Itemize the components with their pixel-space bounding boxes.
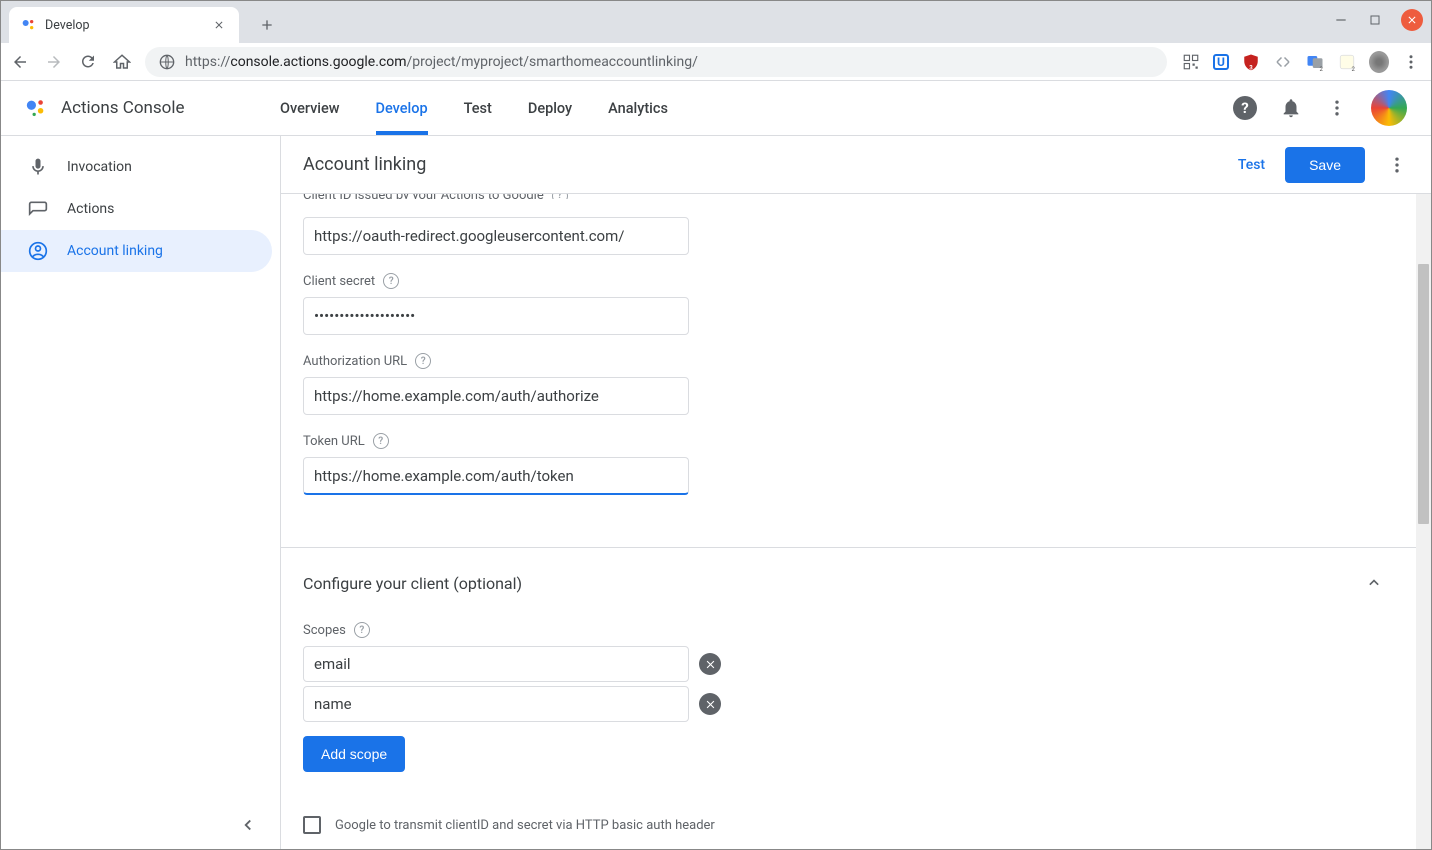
sidebar-item-account-linking[interactable]: Account linking [1,230,272,272]
scopes-label: Scopes ? [303,622,1409,638]
app-header: Actions Console Overview Develop Test De… [1,81,1431,136]
help-icon[interactable]: ? [383,273,399,289]
window-controls [1333,9,1423,31]
scope-row [303,686,1409,722]
sidebar-item-label: Invocation [67,159,132,175]
sidebar-item-invocation[interactable]: Invocation [1,146,272,188]
qr-extension-icon[interactable] [1181,52,1201,72]
extension-icon[interactable] [1273,52,1293,72]
translate-extension-icon[interactable]: 2 [1305,52,1325,72]
save-button[interactable]: Save [1285,147,1365,183]
sidebar-item-label: Account linking [67,243,163,259]
browser-profile-avatar[interactable] [1369,52,1389,72]
extension-icon[interactable]: U [1213,54,1229,70]
client-id-label-cutoff: Client ID issued by your Actions to Goog… [303,194,1409,199]
sidebar-item-label: Actions [67,201,114,217]
content-header: Account linking Test Save [281,136,1431,194]
nav-deploy[interactable]: Deploy [528,81,572,135]
nav-test[interactable]: Test [464,81,492,135]
omnibox[interactable]: https://console.actions.google.com/proje… [145,47,1167,77]
scope-input[interactable] [303,646,689,682]
page-title: Account linking [303,154,426,175]
scope-row [303,646,1409,682]
user-avatar[interactable] [1371,90,1407,126]
extension-icons: U 3 2 2 [1181,52,1421,72]
mic-icon [27,156,49,178]
nav-analytics[interactable]: Analytics [608,81,668,135]
checkbox-label: Google to transmit clientID and secret v… [335,818,715,833]
extension-icon[interactable]: 2 [1337,52,1357,72]
browser-chrome: Develop https://console.actions.google.c… [1,1,1431,81]
header-right: ? [1233,90,1407,126]
reload-icon[interactable] [79,53,97,71]
window-close-icon[interactable] [1401,9,1423,31]
chat-icon [27,198,49,220]
section-divider [281,547,1431,548]
notifications-icon[interactable] [1279,96,1303,120]
tab-close-icon[interactable] [211,17,227,33]
browser-menu-icon[interactable] [1401,52,1421,72]
client-secret-input[interactable] [303,297,689,335]
svg-text:2: 2 [1352,66,1356,71]
remove-scope-icon[interactable] [699,693,721,715]
minimize-icon[interactable] [1333,12,1349,28]
test-button[interactable]: Test [1238,157,1265,173]
page-more-icon[interactable] [1385,153,1409,177]
sidebar-collapse-button[interactable] [234,811,262,839]
browser-tab[interactable]: Develop [9,7,239,43]
logo[interactable]: Actions Console [25,97,280,119]
auth-url-input[interactable] [303,377,689,415]
help-icon[interactable]: ? [373,433,389,449]
nav-overview[interactable]: Overview [280,81,340,135]
help-icon[interactable]: ? [354,622,370,638]
sidebar-item-actions[interactable]: Actions [1,188,272,230]
oauth-form-section: Client ID issued by your Actions to Goog… [303,194,1409,495]
tab-strip: Develop [1,1,1431,43]
help-icon[interactable]: ? [415,353,431,369]
site-info-icon[interactable] [159,54,175,70]
tab-title: Develop [45,18,211,33]
client-secret-label: Client secret ? [303,273,1409,289]
url-text: https://console.actions.google.com/proje… [185,54,698,70]
ublock-extension-icon[interactable]: 3 [1241,52,1261,72]
account-icon [27,240,49,262]
add-scope-button[interactable]: Add scope [303,736,405,772]
sidebar: Invocation Actions Account linking [1,136,281,849]
scope-input[interactable] [303,686,689,722]
basic-auth-checkbox[interactable] [303,816,321,834]
help-icon[interactable]: ? [1233,96,1257,120]
app-name: Actions Console [61,98,185,118]
chevron-up-icon [1363,572,1385,594]
new-tab-button[interactable] [253,11,281,39]
token-url-input[interactable] [303,457,689,495]
content-header-actions: Test Save [1238,147,1409,183]
tab-favicon [21,17,37,33]
forward-icon[interactable] [45,53,63,71]
scrollbar-thumb[interactable] [1418,264,1429,524]
basic-auth-checkbox-row: Google to transmit clientID and secret v… [303,816,1409,834]
maximize-icon[interactable] [1367,12,1383,28]
svg-text:3: 3 [1249,64,1253,71]
nav-icons [11,53,131,71]
svg-text:2: 2 [1320,66,1324,71]
client-id-input[interactable] [303,217,689,255]
nav-develop[interactable]: Develop [376,81,428,135]
home-icon[interactable] [113,53,131,71]
app-body: Invocation Actions Account linking Accou… [1,136,1431,849]
remove-scope-icon[interactable] [699,653,721,675]
browser-toolbar: https://console.actions.google.com/proje… [1,43,1431,81]
help-icon[interactable]: ? [552,194,568,199]
auth-url-label: Authorization URL ? [303,353,1409,369]
content: Account linking Test Save Client ID issu… [281,136,1431,849]
content-scroll[interactable]: Client ID issued by your Actions to Goog… [281,194,1431,849]
configure-client-section-header[interactable]: Configure your client (optional) [303,572,1409,594]
main-nav: Overview Develop Test Deploy Analytics [280,81,668,135]
back-icon[interactable] [11,53,29,71]
token-url-label: Token URL ? [303,433,1409,449]
scrollbar[interactable] [1416,194,1431,849]
assistant-logo-icon [25,97,47,119]
more-vert-icon[interactable] [1325,96,1349,120]
